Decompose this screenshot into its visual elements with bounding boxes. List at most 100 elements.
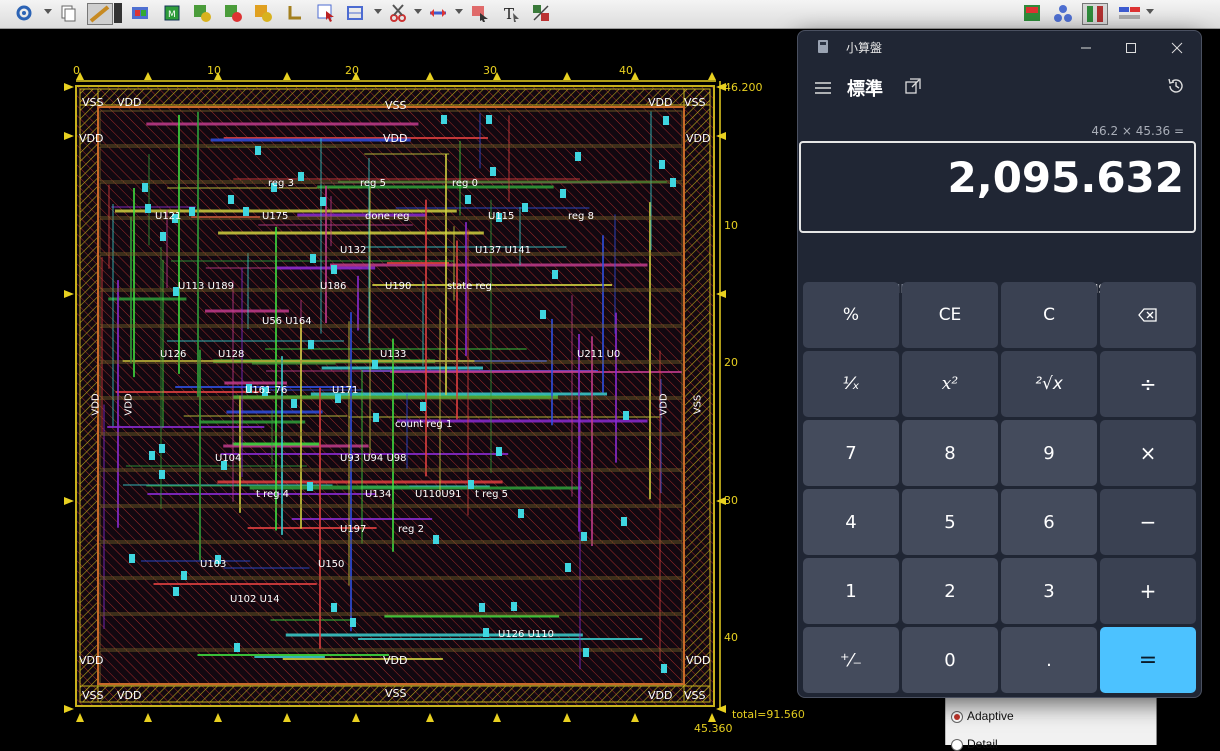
divide-button[interactable]: ÷	[1100, 351, 1196, 417]
rail-label-vss: VSS	[684, 96, 706, 109]
digit-7-button[interactable]: 7	[803, 420, 899, 486]
hamburger-menu-icon[interactable]	[815, 80, 831, 94]
cell-label: U126 U110	[498, 629, 554, 640]
decimal-button[interactable]: .	[1001, 627, 1097, 693]
rail-label-vdd: VDD	[123, 393, 135, 416]
split-view-icon[interactable]	[1082, 3, 1108, 25]
digit-4-button[interactable]: 4	[803, 489, 899, 555]
chip-core	[75, 85, 715, 707]
mode-title: 標準	[847, 79, 883, 100]
rail-label-vdd: VDD	[79, 132, 104, 145]
cell-label: U132	[340, 245, 367, 256]
cell-icon[interactable]: M	[162, 3, 182, 23]
history-icon[interactable]	[1167, 77, 1185, 95]
add-instance-icon[interactable]	[192, 3, 212, 23]
hierarchy-icon[interactable]	[1053, 3, 1073, 23]
zoom-area-icon[interactable]	[346, 3, 366, 23]
cell-label: U186	[320, 281, 347, 292]
cell-label: t reg 4	[256, 489, 290, 500]
cell-label: U197	[340, 524, 367, 535]
keep-on-top-icon[interactable]	[905, 78, 921, 94]
reciprocal-button[interactable]: ¹⁄ₓ	[803, 351, 899, 417]
dropdown-arrow-icon[interactable]	[414, 9, 422, 14]
rail-label-vdd: VDD	[383, 132, 408, 145]
rail-label-vdd: VDD	[117, 689, 142, 702]
stretch-icon[interactable]	[428, 3, 448, 23]
add-block-icon[interactable]	[253, 3, 273, 23]
rail-label-vdd: VDD	[117, 96, 142, 109]
cut-icon[interactable]	[388, 3, 408, 23]
select-tool-icon[interactable]	[316, 3, 336, 23]
dropdown-arrow-icon[interactable]	[455, 9, 463, 14]
cell-label: U133	[380, 349, 407, 360]
rail-label-vss: VSS	[82, 689, 104, 702]
add-module-icon[interactable]	[223, 3, 243, 23]
ruler-tool-icon[interactable]	[87, 3, 113, 25]
percent-button[interactable]: %	[803, 282, 899, 348]
dropdown-arrow-icon[interactable]	[374, 9, 382, 14]
digit-9-button[interactable]: 9	[1001, 420, 1097, 486]
negate-button[interactable]: ⁺⁄₋	[803, 627, 899, 693]
backspace-button[interactable]	[1100, 282, 1196, 348]
close-icon[interactable]	[1163, 37, 1191, 59]
digit-6-button[interactable]: 6	[1001, 489, 1097, 555]
copy-icon[interactable]	[58, 3, 78, 23]
digit-5-button[interactable]: 5	[902, 489, 998, 555]
ruler-top-label: 30	[483, 64, 497, 77]
equals-button[interactable]: =	[1100, 627, 1196, 693]
ruler-right-label: 10	[724, 219, 738, 232]
rail-label-vdd: VDD	[686, 132, 711, 145]
text-cursor-icon[interactable]: T	[501, 3, 521, 23]
rail-label-vdd: VDD	[648, 689, 673, 702]
total-readout: total=91.560	[732, 708, 805, 721]
settings-icon[interactable]	[14, 3, 34, 23]
calculator-app-icon	[818, 40, 828, 53]
ruler-right-label: 40	[724, 631, 738, 644]
rail-label-vdd: VDD	[686, 654, 711, 667]
dropdown-arrow-icon[interactable]	[1146, 9, 1154, 14]
digit-8-button[interactable]: 8	[902, 420, 998, 486]
digit-2-button[interactable]: 2	[902, 558, 998, 624]
radio-detail[interactable]	[951, 739, 963, 751]
layout-view-icon[interactable]	[1022, 3, 1042, 23]
radio-adaptive[interactable]	[951, 711, 963, 723]
cell-label: U137 U141	[475, 245, 531, 256]
multiply-button[interactable]: ×	[1100, 420, 1196, 486]
cell-label: reg 0	[452, 178, 478, 189]
clear-button[interactable]: C	[1001, 282, 1097, 348]
rail-label-vdd: VDD	[648, 96, 673, 109]
calculator-window: 小算盤 標準 46.2 × 45.36 = 2,095.632 MC MR M+…	[797, 30, 1202, 698]
window-title: 小算盤	[846, 41, 883, 55]
layer-palette-icon[interactable]	[130, 3, 150, 23]
digit-3-button[interactable]: 3	[1001, 558, 1097, 624]
option-label-detail: Detail	[967, 737, 998, 751]
digit-1-button[interactable]: 1	[803, 558, 899, 624]
cell-label: done reg	[365, 211, 410, 222]
digit-0-button[interactable]: 0	[902, 627, 998, 693]
svg-text:T: T	[504, 5, 514, 23]
route-icon[interactable]	[531, 3, 551, 23]
add-button[interactable]: +	[1100, 558, 1196, 624]
cell-label: U93 U94 U98	[340, 453, 407, 464]
ruler-top-label: 10	[207, 64, 221, 77]
move-icon[interactable]	[470, 3, 490, 23]
bottom-coordinate: 45.360	[694, 722, 733, 735]
subtract-button[interactable]: −	[1100, 489, 1196, 555]
cell-label: state reg	[447, 281, 492, 292]
ruler-right-label: 30	[724, 494, 738, 507]
cell-label: U104	[215, 453, 242, 464]
display-toggle-icon[interactable]	[1117, 3, 1143, 23]
cell-label: U113 U189	[178, 281, 234, 292]
rail-label-vdd: VDD	[79, 654, 104, 667]
wire-tool-icon[interactable]	[285, 3, 305, 23]
rail-label-vdd: VDD	[658, 393, 670, 416]
clear-entry-button[interactable]: CE	[902, 282, 998, 348]
square-root-button[interactable]: ²√x	[1001, 351, 1097, 417]
minimize-icon[interactable]	[1072, 37, 1100, 59]
cell-label: U121	[155, 211, 182, 222]
square-button[interactable]: x²	[902, 351, 998, 417]
cell-label: U110U91	[415, 489, 462, 500]
cell-label: U161 76	[245, 385, 288, 396]
dropdown-arrow-icon[interactable]	[44, 9, 52, 14]
maximize-icon[interactable]	[1117, 37, 1145, 59]
